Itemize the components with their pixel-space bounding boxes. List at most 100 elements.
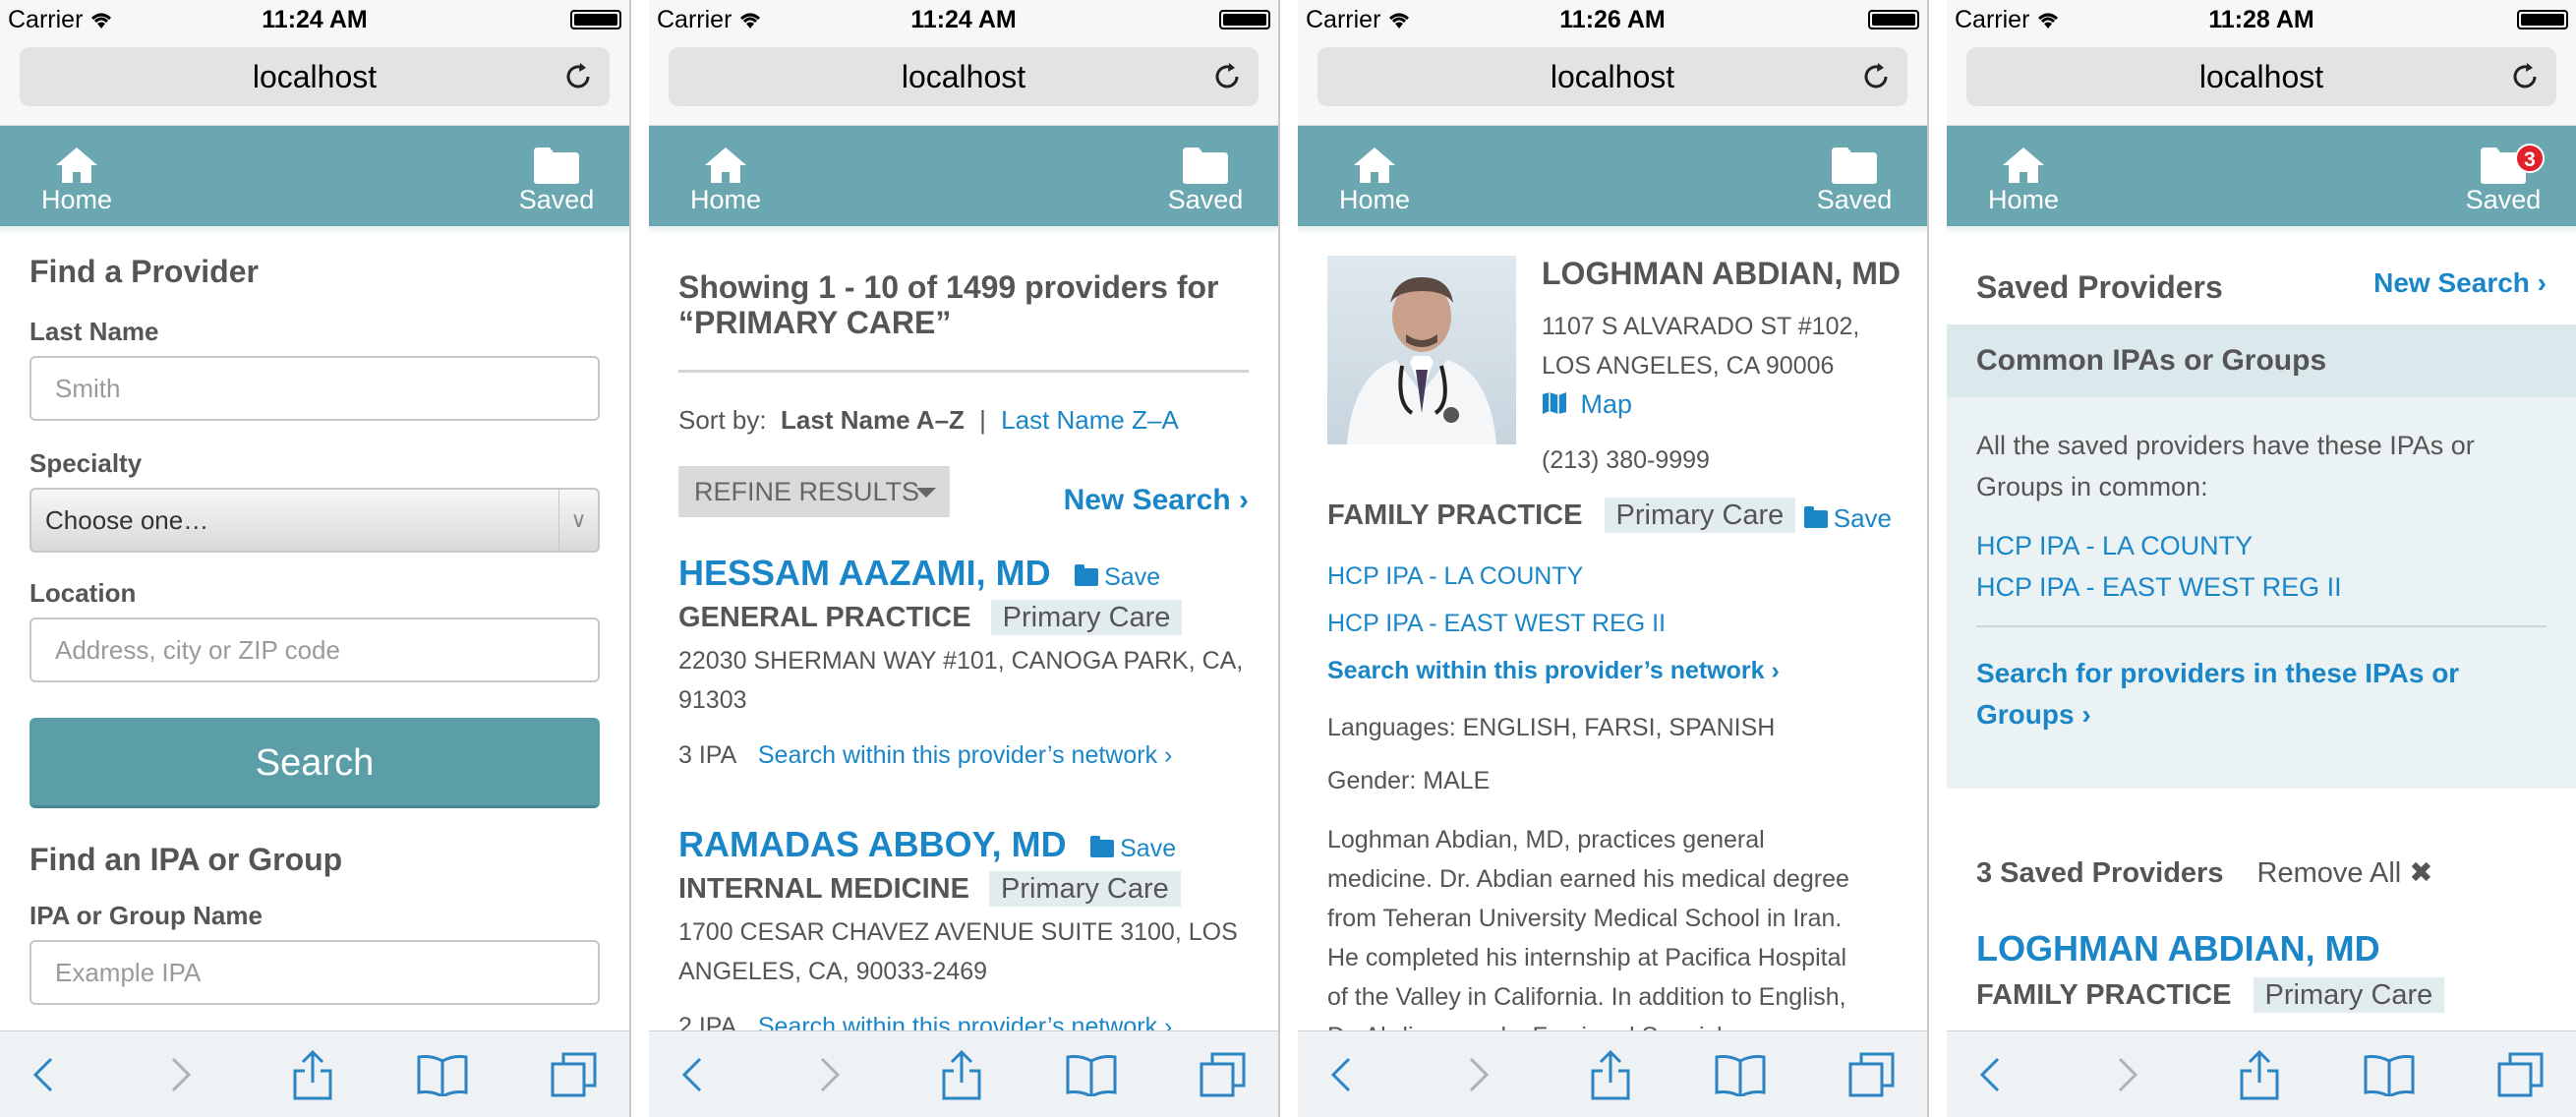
provider-name-link[interactable]: RAMADAS ABBOY, MD xyxy=(678,824,1067,864)
search-button[interactable]: Search xyxy=(29,718,600,808)
save-button[interactable]: Save xyxy=(1075,563,1160,591)
main-content: Saved Providers New Search › Common IPAs… xyxy=(1947,226,2576,1030)
forward-icon[interactable] xyxy=(153,1047,208,1102)
sort-za-link[interactable]: Last Name Z–A xyxy=(1001,405,1179,435)
provider-ipa-row: 2 IPA Search within this provider’s netw… xyxy=(678,1013,1172,1030)
common-ipas-heading: Common IPAs or Groups xyxy=(1976,344,2327,377)
page-title: Saved Providers xyxy=(1976,269,2223,305)
saved-button[interactable]: 3 Saved xyxy=(2444,136,2562,224)
back-icon[interactable] xyxy=(16,1047,71,1102)
location-input[interactable]: Address, city or ZIP code xyxy=(29,617,600,682)
provider-specialty-row: GENERAL PRACTICE Primary Care xyxy=(678,600,1183,635)
folder-icon xyxy=(1075,564,1099,586)
category-tag: Primary Care xyxy=(1604,498,1796,533)
share-icon[interactable] xyxy=(934,1047,989,1102)
provider-name-link[interactable]: LOGHMAN ABDIAN, MD xyxy=(1976,928,2380,970)
network-search-link[interactable]: Search within this provider’s network › xyxy=(758,1013,1172,1030)
address-field[interactable]: localhost xyxy=(1966,47,2556,106)
close-icon: ✖ xyxy=(2409,857,2433,889)
bookmarks-icon[interactable] xyxy=(1064,1047,1119,1102)
saved-button[interactable]: Saved xyxy=(1795,136,1913,224)
folder-icon xyxy=(534,147,579,184)
results-heading: Showing 1 - 10 of 1499 providers for “PR… xyxy=(678,269,1219,340)
home-label: Home xyxy=(40,185,113,214)
address-field[interactable]: localhost xyxy=(1317,47,1907,106)
forward-icon[interactable] xyxy=(802,1047,857,1102)
reload-icon[interactable] xyxy=(1860,61,1892,92)
status-time: 11:24 AM xyxy=(262,6,368,33)
status-bar: Carrier 11:26 AM xyxy=(1298,0,1927,39)
ipa-link[interactable]: HCP IPA - LA COUNTY xyxy=(1327,562,1583,591)
list-item: HESSAM AAZAMI, MD Save xyxy=(678,553,1249,594)
sort-separator: | xyxy=(979,405,986,435)
main-content: Find a Provider Last Name Smith Specialt… xyxy=(0,226,629,1030)
tabs-icon[interactable] xyxy=(1196,1047,1251,1102)
ipa-link[interactable]: HCP IPA - EAST WEST REG II xyxy=(1327,610,1666,638)
new-search-link[interactable]: New Search › xyxy=(1064,484,1249,517)
reload-icon[interactable] xyxy=(2509,61,2541,92)
battery-icon xyxy=(570,10,621,29)
share-icon[interactable] xyxy=(2232,1047,2287,1102)
forward-icon[interactable] xyxy=(2100,1047,2155,1102)
browser-address-bar: localhost xyxy=(1947,39,2576,126)
sort-az-active: Last Name A–Z xyxy=(781,405,965,435)
tabs-icon[interactable] xyxy=(2493,1047,2548,1102)
search-ipas-link[interactable]: Search for providers in these IPAs or Gr… xyxy=(1976,653,2459,735)
tabs-icon[interactable] xyxy=(1844,1047,1900,1102)
back-icon[interactable] xyxy=(1962,1047,2018,1102)
provider-address: 1107 S ALVARADO ST #102, xyxy=(1542,313,1860,340)
status-time: 11:26 AM xyxy=(1559,6,1666,33)
network-search-link[interactable]: Search within this provider’s network › xyxy=(758,741,1172,769)
chevron-down-icon: ∨ xyxy=(558,490,598,551)
last-name-input[interactable]: Smith xyxy=(29,356,600,421)
remove-all-button[interactable]: Remove All ✖ xyxy=(2257,857,2433,889)
location-label: Location xyxy=(29,578,137,608)
reload-icon[interactable] xyxy=(562,61,594,92)
main-content: LOGHMAN ABDIAN, MD 1107 S ALVARADO ST #1… xyxy=(1298,226,1927,1030)
bookmarks-icon[interactable] xyxy=(2362,1047,2417,1102)
network-search-link[interactable]: Search within this provider’s network › xyxy=(1327,657,1780,685)
new-search-link[interactable]: New Search › xyxy=(2373,267,2547,299)
ipa-link[interactable]: HCP IPA - LA COUNTY xyxy=(1976,531,2253,561)
back-icon[interactable] xyxy=(1314,1047,1369,1102)
last-name-label: Last Name xyxy=(29,317,159,346)
share-icon[interactable] xyxy=(1583,1047,1638,1102)
saved-count: 3 Saved Providers xyxy=(1976,857,2224,889)
ipa-count: 3 IPA xyxy=(678,741,735,769)
battery-icon xyxy=(1868,10,1919,29)
provider-bio: Loghman Abdian, MD, practices general me… xyxy=(1327,826,1849,1030)
map-link[interactable]: Map xyxy=(1542,389,1632,420)
provider-gender: Gender: MALE xyxy=(1327,767,1491,794)
save-button[interactable]: Save xyxy=(1090,835,1176,862)
address-field[interactable]: localhost xyxy=(669,47,1259,106)
saved-button[interactable]: Saved xyxy=(1146,136,1264,224)
home-icon xyxy=(56,147,97,183)
screen-find-provider: Carrier 11:24 AM localhost Home Saved Fi… xyxy=(0,0,629,1117)
back-icon[interactable] xyxy=(665,1047,720,1102)
specialty-select[interactable]: Choose one… ∨ xyxy=(29,488,600,553)
reload-icon[interactable] xyxy=(1211,61,1243,92)
home-button[interactable]: Home xyxy=(1316,136,1434,224)
home-button[interactable]: Home xyxy=(18,136,136,224)
bookmarks-icon[interactable] xyxy=(1713,1047,1768,1102)
ipa-input[interactable]: Example IPA xyxy=(29,940,600,1005)
saved-count-row: 3 Saved Providers Remove All ✖ xyxy=(1976,855,2433,890)
browser-toolbar xyxy=(0,1030,629,1117)
bookmarks-icon[interactable] xyxy=(415,1047,470,1102)
chevron-right-icon: › xyxy=(1239,484,1249,516)
home-button[interactable]: Home xyxy=(1964,136,2082,224)
home-button[interactable]: Home xyxy=(667,136,785,224)
map-icon xyxy=(1543,392,1566,414)
home-label: Home xyxy=(1338,185,1411,214)
provider-name-link[interactable]: HESSAM AAZAMI, MD xyxy=(678,553,1051,593)
forward-icon[interactable] xyxy=(1451,1047,1506,1102)
address-field[interactable]: localhost xyxy=(20,47,610,106)
share-icon[interactable] xyxy=(285,1047,340,1102)
tabs-icon[interactable] xyxy=(547,1047,602,1102)
saved-count-badge: 3 xyxy=(2515,144,2545,173)
screen-saved-providers: Carrier 11:28 AM localhost Home 3 Saved … xyxy=(1947,0,2576,1117)
ipa-link[interactable]: HCP IPA - EAST WEST REG II xyxy=(1976,572,2342,603)
refine-results-button[interactable]: REFINE RESULTS xyxy=(678,466,950,517)
save-button[interactable]: Save xyxy=(1803,503,1892,534)
saved-button[interactable]: Saved xyxy=(498,136,615,224)
